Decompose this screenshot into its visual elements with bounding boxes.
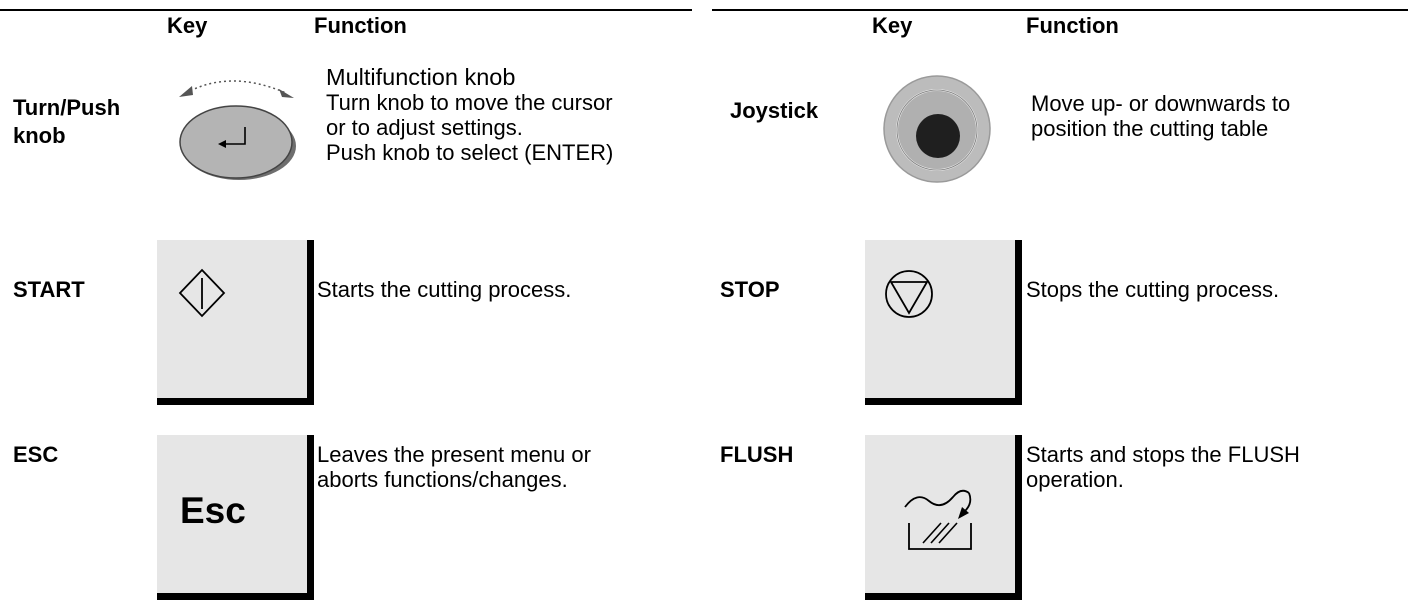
turn-push-function-line-1: Multifunction knob — [326, 64, 516, 90]
turn-push-function-line-4: Push knob to select (ENTER) — [326, 140, 614, 165]
start-diamond-icon — [178, 268, 226, 318]
turn-push-function-line-2: Turn knob to move the cursor — [326, 90, 613, 115]
turn-push-function-line-3: or to adjust settings. — [326, 115, 523, 140]
esc-function: Leaves the present menu or aborts functi… — [317, 442, 591, 492]
turn-push-function: Multifunction knob Turn knob to move the… — [326, 64, 613, 165]
turn-push-label-line-1: Turn/Push — [13, 95, 121, 120]
flush-function-line-1: Starts and stops the FLUSH — [1026, 442, 1300, 467]
enter-arrow-icon — [179, 80, 296, 180]
turn-push-label-line-2: knob — [13, 123, 66, 148]
stop-label: STOP — [720, 277, 780, 302]
joystick-function-line-2: position the cutting table — [1031, 116, 1269, 141]
flush-key[interactable] — [865, 435, 1022, 600]
esc-key[interactable]: Esc — [157, 435, 314, 600]
flush-label: FLUSH — [720, 442, 794, 467]
joystick[interactable] — [882, 74, 992, 184]
stop-key[interactable] — [865, 240, 1022, 405]
start-function: Starts the cutting process. — [317, 277, 572, 302]
flush-function-line-2: operation. — [1026, 467, 1124, 492]
header-function-left: Function — [314, 13, 407, 38]
joystick-icon — [883, 75, 991, 183]
turn-push-knob-label: Turn/Push knob — [13, 94, 120, 150]
esc-label: ESC — [13, 442, 59, 467]
esc-key-text: Esc — [180, 490, 246, 531]
header-rule-left — [0, 9, 692, 11]
stop-function: Stops the cutting process. — [1026, 277, 1280, 302]
header-key-left: Key — [167, 13, 208, 38]
start-label: START — [13, 277, 85, 302]
esc-function-line-2: aborts functions/changes. — [317, 467, 568, 492]
joystick-label: Joystick — [730, 98, 819, 123]
header-function-right: Function — [1026, 13, 1119, 38]
start-key[interactable] — [157, 240, 314, 405]
stop-triangle-icon — [885, 270, 933, 318]
esc-function-line-1: Leaves the present menu or — [317, 442, 591, 467]
turn-push-knob[interactable] — [166, 70, 300, 182]
flush-icon — [904, 489, 972, 550]
header-rule-right — [712, 9, 1408, 11]
flush-function: Starts and stops the FLUSH operation. — [1026, 442, 1300, 492]
joystick-function-line-1: Move up- or downwards to — [1031, 91, 1291, 116]
joystick-function: Move up- or downwards to position the cu… — [1031, 91, 1290, 141]
header-key-right: Key — [872, 13, 913, 38]
